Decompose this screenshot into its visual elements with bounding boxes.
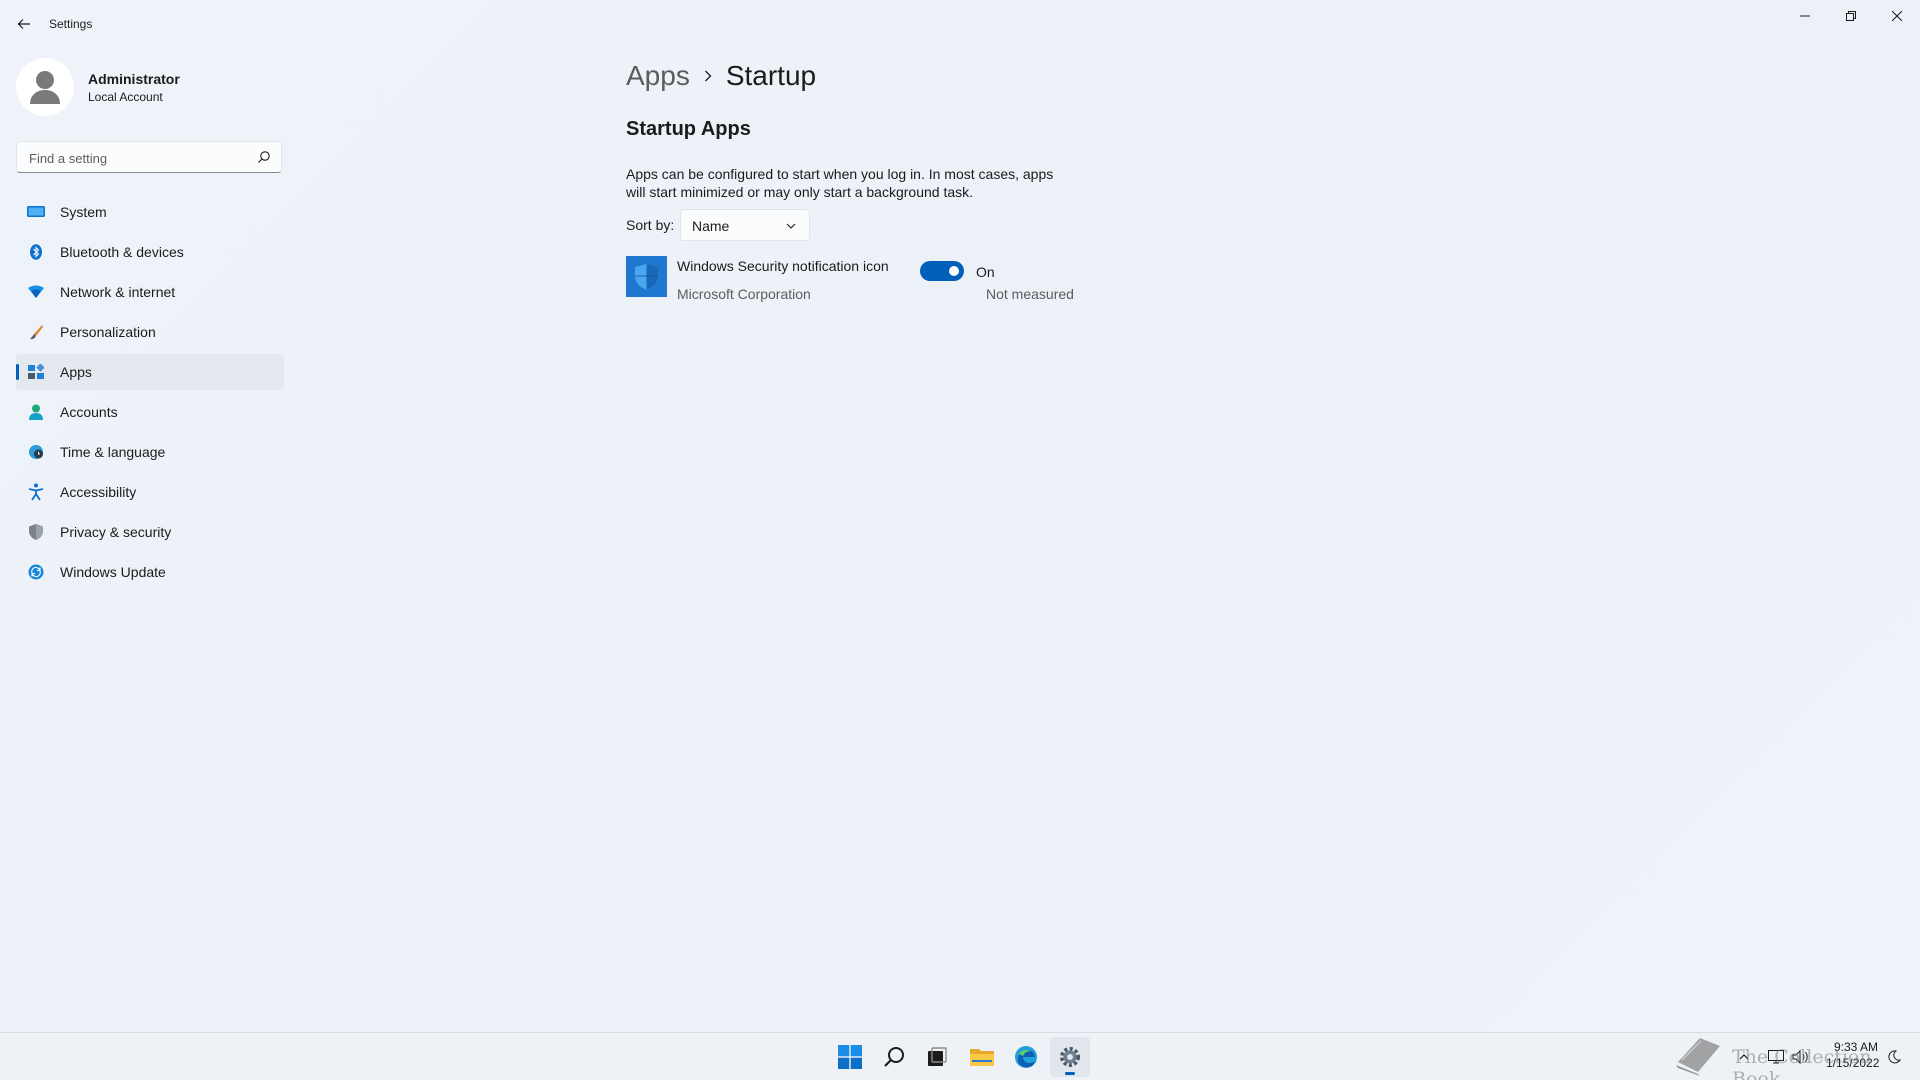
taskbar-clock[interactable]: 9:33 AM 1/15/2022 [1826, 1039, 1880, 1071]
restore-icon [1846, 11, 1856, 21]
windows-start-icon [838, 1045, 862, 1069]
taskbar-edge-button[interactable] [1006, 1037, 1046, 1077]
tray-network-button[interactable] [1766, 1047, 1786, 1067]
sort-dropdown[interactable]: Name [680, 209, 810, 241]
minimize-icon [1800, 15, 1810, 17]
brush-icon [27, 323, 45, 341]
person-icon [27, 403, 45, 421]
taskbar: 9:33 AM 1/15/2022 [0, 1032, 1920, 1080]
section-title: Startup Apps [626, 118, 751, 140]
sidebar-item-label: Privacy & security [60, 524, 172, 540]
close-icon [1892, 11, 1902, 21]
sidebar-item-apps[interactable]: Apps [16, 354, 284, 390]
task-view-icon [928, 1047, 947, 1066]
tray-volume-button[interactable] [1791, 1047, 1811, 1067]
startup-app-toggle[interactable] [920, 261, 964, 281]
sidebar-item-label: Network & internet [60, 284, 176, 300]
back-button[interactable] [10, 10, 38, 38]
bluetooth-icon [27, 243, 45, 261]
sidebar-item-label: Bluetooth & devices [60, 244, 184, 260]
search-icon [884, 1047, 904, 1067]
file-explorer-icon [970, 1049, 994, 1066]
windows-security-icon [626, 256, 667, 297]
chevron-right-icon [704, 70, 712, 82]
startup-impact: Not measured [986, 286, 1074, 302]
apps-icon [27, 363, 45, 381]
breadcrumb-parent-link[interactable]: Apps [626, 60, 690, 92]
sidebar-nav: System Bluetooth & devices Network & int… [16, 194, 284, 594]
sidebar-item-label: Time & language [60, 444, 166, 460]
startup-app-name: Windows Security notification icon [677, 258, 889, 274]
taskbar-file-explorer-button[interactable] [962, 1037, 1002, 1077]
clock-time: 9:33 AM [1833, 1040, 1878, 1054]
search-box[interactable] [16, 141, 282, 173]
title-bar: Settings [0, 0, 1920, 48]
moon-icon [1888, 1050, 1901, 1064]
speaker-icon [1792, 1050, 1808, 1064]
sidebar-item-bluetooth[interactable]: Bluetooth & devices [16, 234, 284, 270]
person-silhouette-icon [30, 71, 60, 104]
notification-center-button[interactable] [1884, 1047, 1904, 1067]
sidebar-item-label: System [60, 204, 107, 220]
restore-button[interactable] [1828, 0, 1874, 32]
taskbar-settings-button[interactable] [1050, 1037, 1090, 1077]
globe-clock-icon [27, 443, 45, 461]
monitor-icon [27, 203, 45, 221]
settings-window: Settings Administrator Local Account Fin… [0, 0, 1920, 1032]
startup-app-row: Windows Security notification icon Micro… [626, 256, 1086, 304]
toggle-state-label: On [976, 264, 995, 280]
taskbar-search-button[interactable] [874, 1037, 914, 1077]
shield-icon [27, 523, 45, 541]
sidebar-item-label: Accounts [60, 404, 118, 420]
user-profile[interactable]: Administrator Local Account [16, 56, 286, 116]
toggle-knob [949, 266, 959, 276]
section-description: Apps can be configured to start when you… [626, 166, 1054, 200]
clock-date: 1/15/2022 [1826, 1056, 1880, 1070]
startup-app-publisher: Microsoft Corporation [677, 286, 811, 302]
close-button[interactable] [1874, 0, 1920, 32]
profile-name: Administrator [88, 71, 180, 87]
window-title: Settings [49, 17, 93, 31]
sidebar-item-windows-update[interactable]: Windows Update [16, 554, 284, 590]
avatar [16, 58, 74, 116]
accessibility-icon [27, 483, 45, 501]
page-title: Startup [725, 60, 817, 91]
sidebar-item-accessibility[interactable]: Accessibility [16, 474, 284, 510]
sidebar-item-label: Accessibility [60, 484, 137, 500]
sidebar-item-privacy-security[interactable]: Privacy & security [16, 514, 284, 550]
selection-indicator [16, 364, 19, 380]
sort-dropdown-value: Name [692, 218, 730, 234]
search-input[interactable] [27, 148, 251, 168]
search-icon[interactable] [257, 150, 271, 164]
update-icon [27, 563, 45, 581]
taskbar-task-view-button[interactable] [917, 1037, 957, 1077]
sidebar-item-label: Apps [60, 364, 92, 380]
taskbar-start-button[interactable] [830, 1037, 870, 1077]
network-monitor-icon [1768, 1050, 1784, 1064]
sidebar-item-personalization[interactable]: Personalization [16, 314, 284, 350]
sidebar-item-accounts[interactable]: Accounts [16, 394, 284, 430]
sidebar-item-label: Windows Update [60, 564, 166, 580]
sidebar-item-time-language[interactable]: Time & language [16, 434, 284, 470]
tray-overflow-button[interactable] [1734, 1047, 1754, 1067]
back-arrow-icon [17, 19, 30, 29]
sidebar-item-label: Personalization [60, 324, 156, 340]
sort-label: Sort by: [626, 217, 675, 233]
breadcrumb: Apps Startup [626, 56, 816, 96]
settings-gear-icon [1060, 1047, 1080, 1067]
sidebar-item-system[interactable]: System [16, 194, 284, 230]
minimize-button[interactable] [1782, 0, 1828, 32]
chevron-down-icon [786, 223, 796, 229]
sidebar-item-network[interactable]: Network & internet [16, 274, 284, 310]
chevron-up-icon [1739, 1054, 1749, 1060]
edge-icon [1015, 1046, 1037, 1068]
wifi-icon [27, 283, 45, 301]
profile-account-type: Local Account [88, 90, 163, 104]
